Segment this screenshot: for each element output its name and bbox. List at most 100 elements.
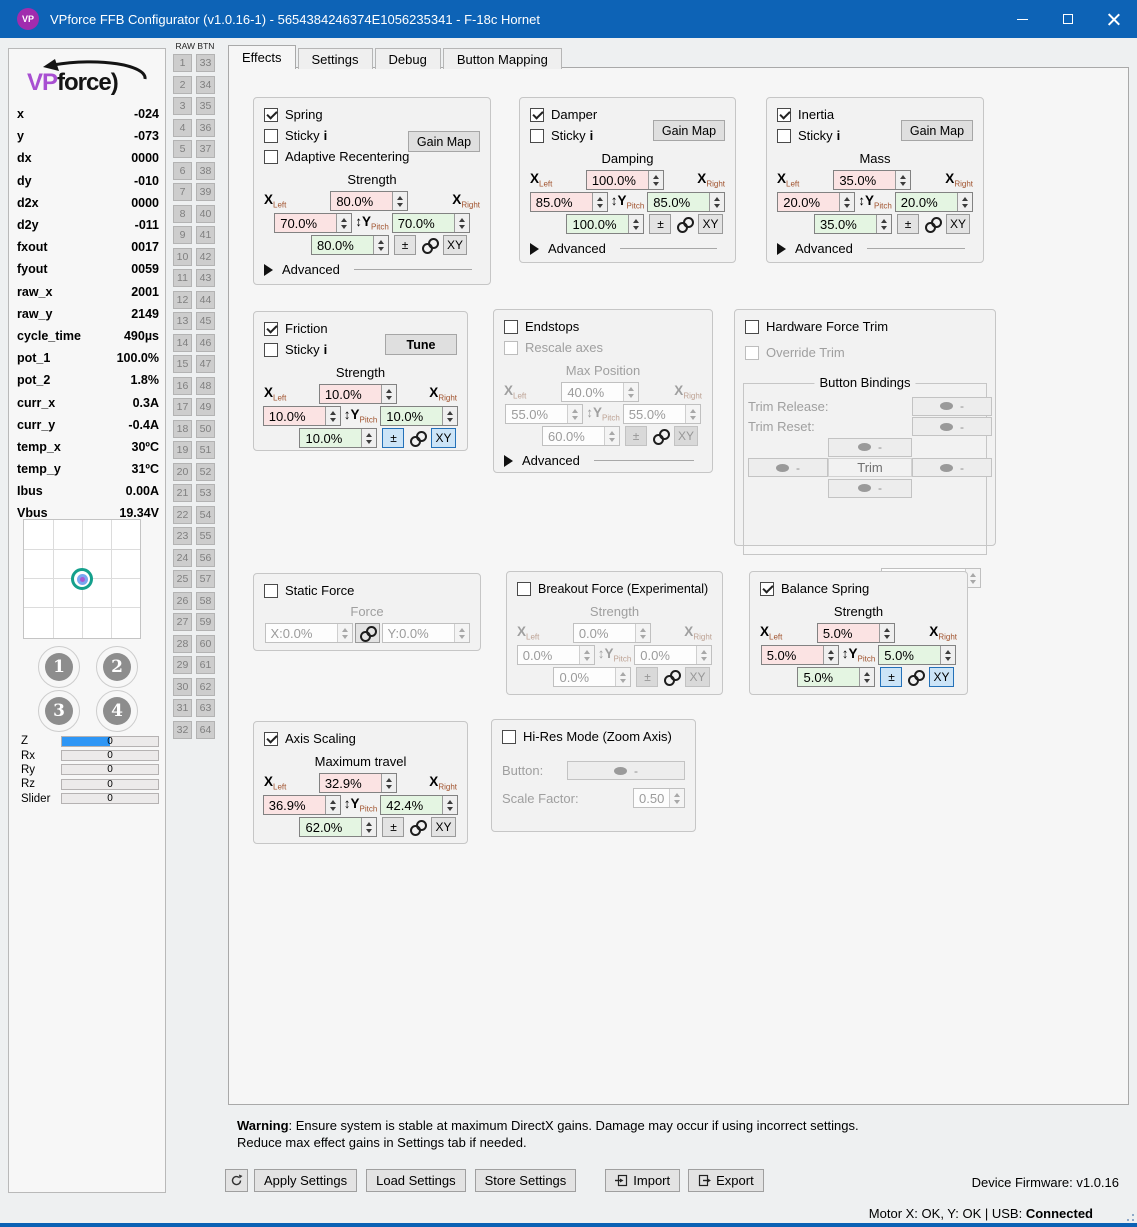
spin-up-button[interactable] <box>714 196 721 201</box>
spin-arrows[interactable] <box>709 193 725 211</box>
spinbox[interactable]: 5.0% <box>760 645 839 665</box>
static-force-link-toggle[interactable] <box>354 623 380 643</box>
spin-up-button[interactable] <box>385 388 392 393</box>
spinbox[interactable]: 70.0% <box>391 213 470 233</box>
xy-toggle[interactable]: XY <box>929 667 954 687</box>
store-settings-button[interactable]: Store Settings <box>474 1169 577 1192</box>
spin-down-button[interactable] <box>447 417 454 422</box>
spin-down-button[interactable] <box>880 225 887 230</box>
spinbox[interactable]: 10.0% <box>318 384 397 404</box>
spinbox[interactable]: 62.0% <box>299 817 378 837</box>
apply-settings-button[interactable]: Apply Settings <box>254 1169 358 1192</box>
spin-up-button[interactable] <box>844 196 851 201</box>
spin-up-button[interactable] <box>864 671 871 676</box>
spin-up-button[interactable] <box>883 627 890 632</box>
spin-arrows[interactable] <box>839 193 855 211</box>
spinbox[interactable]: 42.4% <box>380 795 459 815</box>
link-icon[interactable] <box>924 216 942 233</box>
spin-up-button[interactable] <box>596 196 603 201</box>
spring-checkbox[interactable] <box>264 107 278 122</box>
spinbox[interactable]: 10.0% <box>262 406 341 426</box>
inertia-advanced-toggle[interactable]: Advanced <box>777 241 973 256</box>
import-button[interactable]: Import <box>605 1169 681 1192</box>
spin-down-button[interactable] <box>633 225 640 230</box>
spin-down-button[interactable] <box>844 203 851 208</box>
spin-up-button[interactable] <box>397 195 404 200</box>
spin-up-button[interactable] <box>447 410 454 415</box>
spin-up-button[interactable] <box>827 649 834 654</box>
plusminus-toggle[interactable]: ± <box>636 667 659 687</box>
breakout-force-checkbox[interactable] <box>517 581 531 596</box>
spin-down-button[interactable] <box>447 806 454 811</box>
spin-down-button[interactable] <box>827 656 834 661</box>
link-icon[interactable] <box>676 216 695 233</box>
spinbox[interactable]: 35.0% <box>813 214 892 234</box>
spin-down-button[interactable] <box>900 181 907 186</box>
resize-grip[interactable] <box>1122 1209 1134 1221</box>
spin-up-button[interactable] <box>961 196 968 201</box>
spin-arrows[interactable] <box>878 624 894 642</box>
plusminus-toggle[interactable]: ± <box>649 214 672 234</box>
spin-down-button[interactable] <box>458 224 465 229</box>
spin-arrows[interactable] <box>380 385 396 403</box>
spin-up-button[interactable] <box>633 218 640 223</box>
adaptive-recentering-checkbox[interactable] <box>264 149 278 164</box>
rescale-axes-checkbox[interactable] <box>504 340 518 355</box>
static-force-checkbox[interactable] <box>264 583 278 598</box>
trim-reset-bind-button[interactable]: - <box>912 417 992 437</box>
spin-up-button[interactable] <box>366 821 373 826</box>
spin-arrows[interactable] <box>940 646 956 664</box>
spin-arrows[interactable] <box>956 193 972 211</box>
friction-checkbox[interactable] <box>264 321 278 336</box>
spinbox[interactable]: 85.0% <box>647 192 726 212</box>
xy-toggle[interactable]: XY <box>685 667 710 687</box>
spin-arrows[interactable] <box>875 215 891 233</box>
friction-sticky-checkbox[interactable] <box>264 342 278 357</box>
spin-arrows[interactable] <box>372 236 388 254</box>
spin-down-button[interactable] <box>883 634 890 639</box>
damper-sticky-checkbox[interactable] <box>530 128 544 143</box>
inertia-checkbox[interactable] <box>777 107 791 122</box>
trim-up-bind-button[interactable]: - <box>828 437 912 457</box>
spin-arrows[interactable] <box>647 171 663 189</box>
link-icon[interactable] <box>652 428 670 445</box>
spin-down-button[interactable] <box>329 806 336 811</box>
close-button[interactable] <box>1091 0 1137 38</box>
spinbox[interactable]: 5.0% <box>816 623 895 643</box>
maximize-button[interactable] <box>1045 0 1091 38</box>
link-icon[interactable] <box>663 669 682 686</box>
hardware-force-trim-checkbox[interactable] <box>745 319 759 334</box>
hires-bind-button[interactable]: - <box>567 761 685 780</box>
balance-spring-checkbox[interactable] <box>760 581 774 596</box>
load-settings-button[interactable]: Load Settings <box>366 1169 466 1192</box>
xy-toggle[interactable]: XY <box>698 214 723 234</box>
spin-arrows[interactable] <box>361 818 377 836</box>
xy-toggle[interactable]: XY <box>945 214 970 234</box>
plusminus-toggle[interactable]: ± <box>393 235 416 255</box>
spinbox[interactable]: 20.0% <box>777 192 856 212</box>
spin-up-button[interactable] <box>880 218 887 223</box>
spin-up-button[interactable] <box>366 432 373 437</box>
xy-toggle[interactable]: XY <box>431 817 456 837</box>
spin-down-button[interactable] <box>864 678 871 683</box>
friction-tune-button[interactable]: Tune <box>385 334 457 355</box>
spinbox[interactable]: 5.0% <box>878 645 957 665</box>
spin-down-button[interactable] <box>385 395 392 400</box>
link-icon[interactable] <box>409 819 428 836</box>
spin-arrows[interactable] <box>336 214 352 232</box>
axis-scaling-checkbox[interactable] <box>264 731 278 746</box>
spin-up-button[interactable] <box>652 174 659 179</box>
spin-arrows[interactable] <box>324 796 340 814</box>
spin-down-button[interactable] <box>596 203 603 208</box>
spin-arrows[interactable] <box>822 646 838 664</box>
spinbox[interactable]: 20.0% <box>894 192 973 212</box>
trim-down-bind-button[interactable]: - <box>828 478 912 498</box>
spin-up-button[interactable] <box>329 410 336 415</box>
link-icon[interactable] <box>409 430 428 447</box>
hires-mode-checkbox[interactable] <box>502 729 516 744</box>
trim-right-bind-button[interactable]: - <box>912 458 992 478</box>
trim-left-bind-button[interactable]: - <box>748 458 828 478</box>
spin-down-button[interactable] <box>366 828 373 833</box>
spin-up-button[interactable] <box>377 239 384 244</box>
plusminus-toggle[interactable]: ± <box>382 817 405 837</box>
